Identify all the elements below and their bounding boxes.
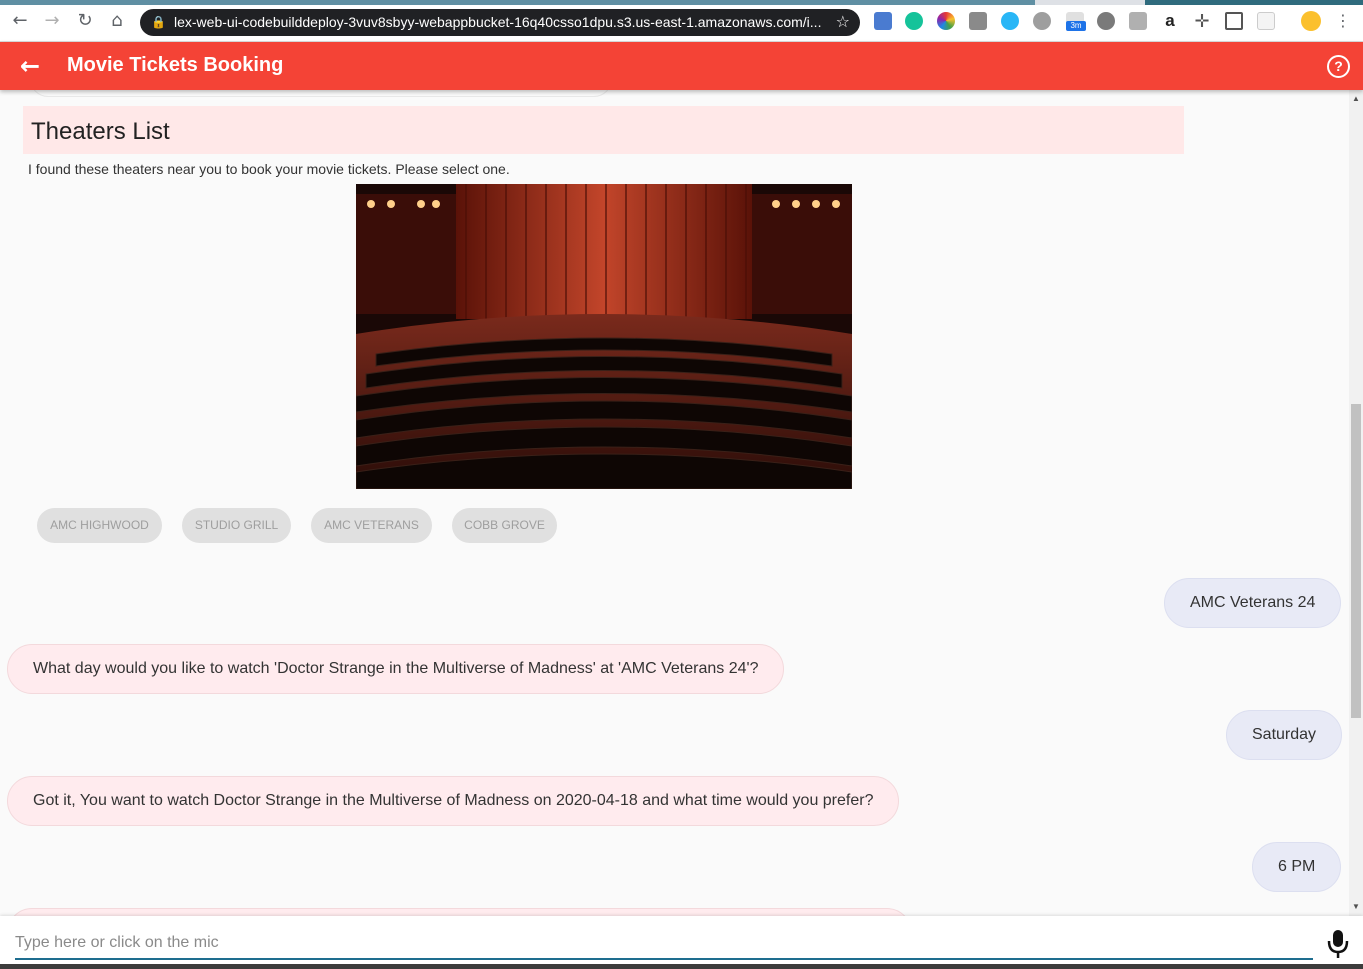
extension-badge: 3m [1066, 21, 1086, 31]
theater-option-button[interactable]: AMC VETERANS [311, 508, 432, 543]
crosshair-icon[interactable]: ✛ [1193, 12, 1211, 30]
profile-avatar[interactable] [1301, 11, 1321, 31]
theater-option-button[interactable]: AMC HIGHWOOD [37, 508, 162, 543]
taskbar-strip [0, 964, 1363, 969]
theater-auditorium-image [356, 184, 852, 489]
tab-strip [0, 0, 1363, 5]
color-wheel-icon[interactable] [937, 12, 955, 30]
scrollbar[interactable]: ▲ ▼ [1349, 90, 1363, 916]
calendar-extension-icon[interactable]: 3m [1066, 12, 1086, 31]
bot-message: What day would you like to watch 'Doctor… [7, 644, 785, 694]
browser-toolbar: ← → ↻ ⌂ 🔒 lex-web-ui-codebuilddeploy-3vu… [0, 0, 1363, 42]
user-message: AMC Veterans 24 [1164, 578, 1342, 628]
scroll-up-icon[interactable]: ▲ [1349, 92, 1363, 106]
address-bar[interactable]: 🔒 lex-web-ui-codebuilddeploy-3vuv8sbyy-w… [140, 9, 860, 36]
forward-arrow-icon[interactable]: → [41, 10, 63, 32]
back-arrow-icon[interactable]: ← [16, 52, 44, 80]
recycle-icon[interactable] [1033, 12, 1051, 30]
theater-option-button[interactable]: COBB GROVE [452, 508, 557, 543]
notes-extension-icon[interactable] [1257, 12, 1275, 30]
theater-option-button[interactable]: STUDIO GRILL [182, 508, 291, 543]
microphone-icon[interactable] [1325, 926, 1351, 960]
card-title: Theaters List [31, 118, 170, 145]
input-toolbar [0, 916, 1363, 969]
url-text: lex-web-ui-codebuilddeploy-3vuv8sbyy-web… [174, 14, 822, 30]
user-message: Saturday [1226, 710, 1343, 760]
bot-message-partial [7, 908, 912, 916]
scroll-down-icon[interactable]: ▼ [1349, 900, 1363, 914]
bookmark-star-icon[interactable]: ☆ [836, 9, 850, 36]
settings-extension-icon[interactable] [1097, 12, 1115, 30]
back-arrow-icon[interactable]: ← [9, 10, 31, 32]
menu-kebab-icon[interactable]: ⋮ [1332, 10, 1354, 32]
extension-icon[interactable] [969, 12, 987, 30]
gear-extension-icon[interactable] [1001, 12, 1019, 30]
user-message: 6 PM [1252, 842, 1342, 892]
theater-image-svg [356, 184, 852, 489]
home-icon[interactable]: ⌂ [106, 10, 128, 32]
lock-icon: 🔒 [151, 15, 166, 29]
active-tab[interactable] [0, 0, 1035, 5]
amazon-icon[interactable]: a [1161, 12, 1179, 30]
help-icon[interactable]: ? [1327, 55, 1350, 78]
screenshot-icon[interactable] [1225, 12, 1243, 30]
message-list[interactable]: Theaters List I found these theaters nea… [0, 90, 1349, 916]
app-title: Movie Tickets Booking [67, 54, 284, 76]
scrollbar-thumb[interactable] [1351, 404, 1361, 718]
tab-secondary[interactable] [1145, 0, 1363, 5]
message-input[interactable] [15, 928, 1313, 960]
card-subtitle: I found these theaters near you to book … [28, 161, 510, 177]
response-card-header: Theaters List [23, 106, 1184, 154]
bot-message: Got it, You want to watch Doctor Strange… [7, 776, 900, 826]
extension-icon[interactable] [874, 12, 892, 30]
puzzle-icon[interactable] [1129, 12, 1147, 30]
app-toolbar: ← Movie Tickets Booking ? [0, 42, 1363, 90]
previous-message [30, 90, 612, 97]
grammarly-icon[interactable] [905, 12, 923, 30]
reload-icon[interactable]: ↻ [74, 10, 96, 32]
